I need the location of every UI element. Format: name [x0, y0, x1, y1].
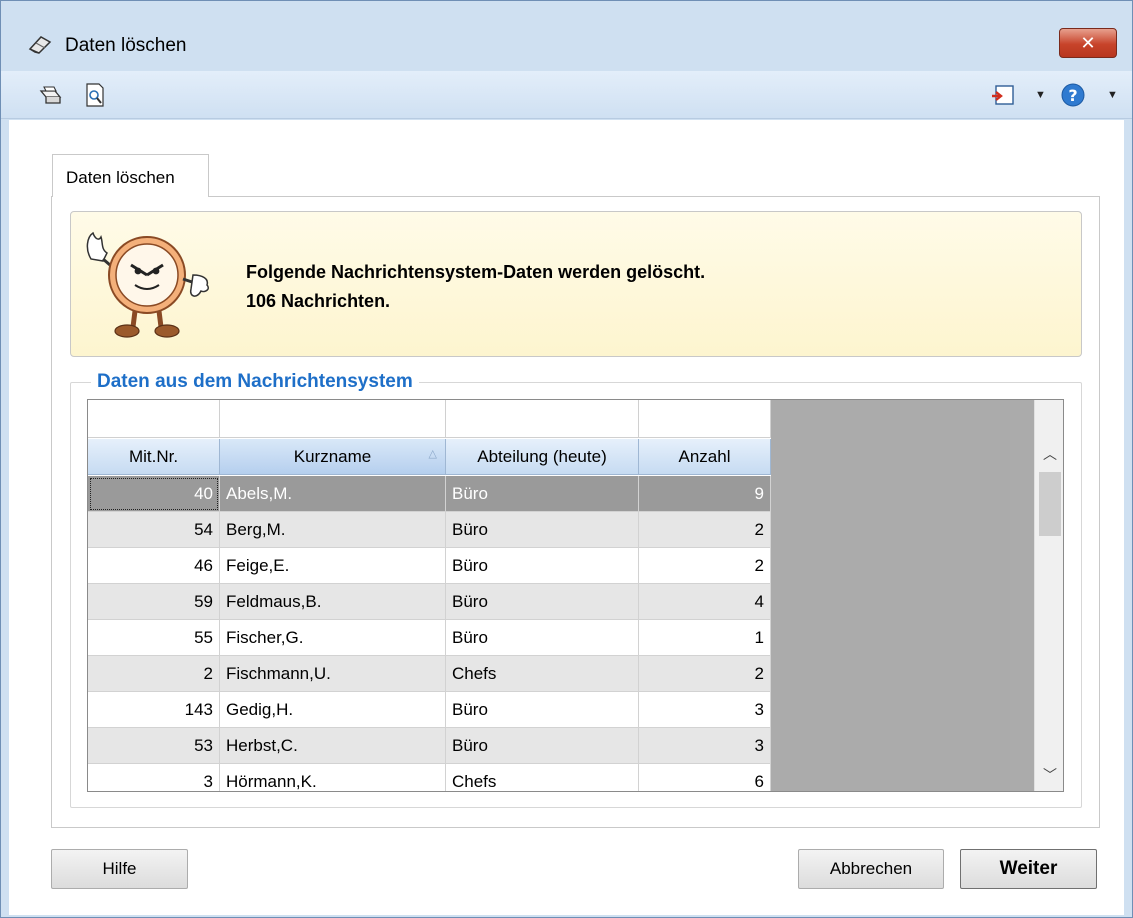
- cell-kurzname: Feldmaus,B.: [220, 584, 446, 620]
- column-header-label: Kurzname: [293, 446, 372, 466]
- column-header-nr[interactable]: Mit.Nr.: [88, 439, 220, 475]
- column-header-abteilung[interactable]: Abteilung (heute): [446, 439, 639, 475]
- table-row[interactable]: 46 Feige,E. Büro 2: [88, 548, 771, 584]
- cell-nr: 2: [88, 656, 220, 692]
- cell-nr: 143: [88, 692, 220, 728]
- cell-anzahl: 4: [639, 584, 771, 620]
- cancel-button-label: Abbrechen: [829, 859, 913, 878]
- table-row[interactable]: 54 Berg,M. Büro 2: [88, 512, 771, 548]
- cell-nr: 53: [88, 728, 220, 764]
- cell-nr: 3: [88, 764, 220, 791]
- print-preview-button[interactable]: [81, 81, 109, 109]
- sort-ascending-icon: △: [428, 448, 437, 460]
- table-row[interactable]: 53 Herbst,C. Büro 3: [88, 728, 771, 764]
- help-icon: ?: [1061, 83, 1085, 107]
- cell-abteilung: Chefs: [446, 656, 639, 692]
- filter-cell-nr[interactable]: [88, 400, 220, 438]
- cell-kurzname: Gedig,H.: [220, 692, 446, 728]
- cell-kurzname: Berg,M.: [220, 512, 446, 548]
- exit-dropdown-arrow[interactable]: ▼: [1035, 89, 1046, 101]
- info-box: [70, 211, 1082, 357]
- table-row[interactable]: 2 Fischmann,U. Chefs 2: [88, 656, 771, 692]
- info-line-2: 106 Nachrichten.: [246, 291, 391, 311]
- cell-nr: 46: [88, 548, 220, 584]
- toolbar: ▼ ? ▼: [1, 71, 1132, 119]
- cell-nr: 55: [88, 620, 220, 656]
- dialog-window: Daten löschen ✕ ▼ ? ▼ Daten löschen Folg…: [0, 0, 1133, 918]
- help-dropdown-arrow[interactable]: ▼: [1107, 89, 1118, 101]
- column-header-anzahl[interactable]: Anzahl: [639, 439, 771, 475]
- cell-kurzname: Fischer,G.: [220, 620, 446, 656]
- cell-nr: 40: [88, 476, 220, 512]
- table-row[interactable]: 40 Abels,M. Büro 9: [88, 476, 771, 512]
- cell-kurzname: Abels,M.: [220, 476, 446, 512]
- table-row[interactable]: 55 Fischer,G. Büro 1: [88, 620, 771, 656]
- column-header-kurzname[interactable]: Kurzname △: [220, 439, 446, 475]
- groupbox-label: Daten aus dem Nachrichtensystem: [91, 371, 419, 393]
- cell-kurzname: Hörmann,K.: [220, 764, 446, 791]
- print-button[interactable]: [35, 81, 65, 109]
- cell-abteilung: Büro: [446, 476, 639, 512]
- help-text-button[interactable]: Hilfe: [51, 849, 188, 889]
- filter-cell-abteilung[interactable]: [446, 400, 639, 438]
- print-preview-icon: [86, 83, 104, 107]
- cell-kurzname: Herbst,C.: [220, 728, 446, 764]
- filter-cell-anzahl[interactable]: [639, 400, 771, 438]
- column-header-label: Mit.Nr.: [128, 446, 179, 466]
- cell-abteilung: Büro: [446, 548, 639, 584]
- cell-anzahl: 6: [639, 764, 771, 791]
- next-button[interactable]: Weiter: [960, 849, 1097, 889]
- tab-label: Daten löschen: [66, 168, 175, 187]
- cell-abteilung: Büro: [446, 584, 639, 620]
- cancel-button[interactable]: Abbrechen: [798, 849, 944, 889]
- svg-text:?: ?: [1068, 86, 1077, 105]
- help-button-label: Hilfe: [102, 859, 137, 878]
- exit-button[interactable]: [986, 81, 1020, 109]
- cell-kurzname: Fischmann,U.: [220, 656, 446, 692]
- cell-kurzname: Feige,E.: [220, 548, 446, 584]
- next-button-label: Weiter: [999, 858, 1058, 879]
- cell-anzahl: 2: [639, 512, 771, 548]
- window-title: Daten löschen: [65, 35, 187, 56]
- close-button[interactable]: ✕: [1059, 28, 1117, 58]
- table-row[interactable]: 59 Feldmaus,B. Büro 4: [88, 584, 771, 620]
- clock-mascot-icon: [86, 231, 210, 338]
- scroll-up-icon[interactable]: ︿: [1035, 439, 1063, 469]
- table-row[interactable]: 143 Gedig,H. Büro 3: [88, 692, 771, 728]
- scrollbar-thumb[interactable]: [1039, 472, 1061, 536]
- eraser-icon: [28, 36, 52, 54]
- info-line-1: Folgende Nachrichtensystem-Daten werden …: [246, 262, 706, 282]
- exit-icon: [992, 85, 1014, 105]
- cell-anzahl: 3: [639, 728, 771, 764]
- cell-abteilung: Büro: [446, 512, 639, 548]
- scroll-down-icon[interactable]: ﹀: [1035, 760, 1063, 790]
- data-grid[interactable]: Mit.Nr. Kurzname △ Abteilung (heute) Anz…: [87, 399, 1064, 792]
- cell-nr: 54: [88, 512, 220, 548]
- column-header-label: Anzahl: [678, 446, 731, 466]
- cell-anzahl: 2: [639, 548, 771, 584]
- cell-anzahl: 3: [639, 692, 771, 728]
- cell-abteilung: Büro: [446, 620, 639, 656]
- print-icon: [39, 86, 62, 104]
- help-button[interactable]: ?: [1057, 81, 1089, 109]
- table-row[interactable]: 3 Hörmann,K. Chefs 6: [88, 764, 771, 791]
- cell-abteilung: Büro: [446, 692, 639, 728]
- close-icon: ✕: [1080, 32, 1096, 53]
- cell-nr: 59: [88, 584, 220, 620]
- cell-anzahl: 1: [639, 620, 771, 656]
- vertical-scrollbar[interactable]: ︿ ﹀: [1034, 400, 1063, 791]
- tab-daten-loeschen[interactable]: Daten löschen: [52, 154, 209, 197]
- filter-cell-name[interactable]: [220, 400, 446, 438]
- column-header-label: Abteilung (heute): [477, 446, 607, 466]
- cell-abteilung: Büro: [446, 728, 639, 764]
- cell-anzahl: 2: [639, 656, 771, 692]
- cell-abteilung: Chefs: [446, 764, 639, 791]
- cell-anzahl: 9: [639, 476, 771, 512]
- grid-empty-area: [771, 400, 1034, 791]
